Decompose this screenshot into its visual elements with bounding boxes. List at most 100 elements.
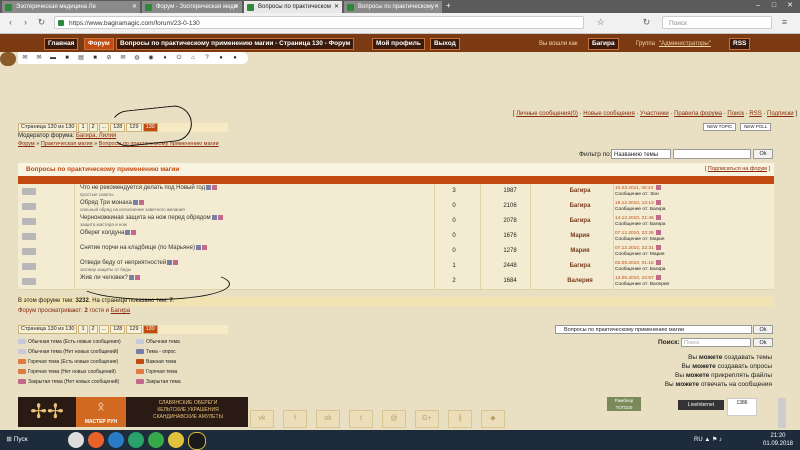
utorrent-icon[interactable] [128, 432, 144, 448]
link-rss[interactable]: RSS [749, 111, 761, 117]
back-icon[interactable]: ‹ [4, 16, 17, 29]
page-link[interactable]: 2 [88, 325, 98, 334]
mail-icon[interactable]: ✉ [116, 52, 130, 64]
list-icon[interactable]: ■ [60, 52, 74, 64]
ie-icon[interactable] [108, 432, 124, 448]
app-icon[interactable] [168, 432, 184, 448]
mail-icon[interactable]: ✉ [32, 52, 46, 64]
home-icon[interactable]: ⌂ [186, 52, 200, 64]
block-icon[interactable]: ⊘ [102, 52, 116, 64]
go-last-icon[interactable] [655, 185, 661, 190]
go-last-icon[interactable] [656, 200, 662, 205]
pages-icon[interactable] [132, 200, 138, 205]
twitter-icon[interactable]: t [349, 410, 373, 428]
minimize-icon[interactable]: – [750, 0, 766, 12]
chat-icon[interactable]: ▬ [46, 52, 60, 64]
go-last-icon[interactable] [138, 200, 144, 205]
new-poll-button[interactable]: NEW POLL [740, 123, 772, 131]
breadcrumb-item[interactable]: Практическая магия [41, 141, 93, 147]
nav-current-page[interactable]: Вопросы по практическому применению маги… [116, 38, 355, 50]
mail-icon[interactable]: ✉ [18, 52, 32, 64]
subscribe-link[interactable]: Подписаться на форум [708, 166, 767, 172]
facebook-icon[interactable]: f [283, 410, 307, 428]
topic-title[interactable]: Обряд Три монаха [80, 200, 132, 206]
go-last-icon[interactable] [656, 275, 662, 280]
start-button[interactable]: ⊞ Пуск [2, 432, 32, 448]
link-new-messages[interactable]: Новые сообщения [583, 111, 634, 117]
close-icon[interactable]: ✕ [132, 1, 137, 13]
help-icon[interactable]: ? [200, 52, 214, 64]
pages-icon[interactable] [195, 245, 201, 250]
lj-icon[interactable]: lj [448, 410, 472, 428]
pages-icon[interactable] [206, 185, 212, 190]
link-members[interactable]: Участники [640, 111, 669, 117]
topic-title[interactable]: Что не рекомендуется делать под Новый го… [80, 185, 205, 191]
maximize-icon[interactable]: □ [766, 0, 782, 12]
new-topic-button[interactable]: NEW TOPIC [703, 123, 737, 131]
last-post-date[interactable]: 10.03.2011, 08:24 [615, 186, 653, 191]
link-rules[interactable]: Правила форума [674, 111, 722, 117]
scrollbar[interactable] [778, 398, 786, 428]
go-last-icon[interactable] [656, 260, 662, 265]
drop-icon[interactable]: ♦ [158, 52, 172, 64]
close-window-icon[interactable]: ✕ [782, 0, 798, 12]
page-link[interactable]: 1 [78, 123, 88, 132]
rambler-counter[interactable]: Рамблер ТОП100 [607, 397, 641, 411]
forward-icon[interactable]: › [19, 16, 32, 29]
user-name[interactable]: Багира [588, 38, 619, 50]
close-icon[interactable]: ✕ [234, 1, 239, 13]
topic-title[interactable]: Отведи беду от неприятностей [80, 260, 166, 266]
link-private-messages[interactable]: Личные сообщения(0) [516, 111, 578, 117]
rss-button[interactable]: RSS [729, 38, 751, 50]
forum-search-input[interactable]: Поиск [681, 338, 751, 347]
browser-search-input[interactable]: Поиск [662, 16, 772, 29]
pages-icon[interactable] [211, 215, 217, 220]
last-post-date[interactable]: 14.12.2010, 21:46 [615, 216, 654, 221]
last-post-date[interactable]: 07.12.2010, 22:36 [615, 231, 654, 236]
go-last-icon[interactable] [173, 260, 179, 265]
go-last-icon[interactable] [217, 215, 223, 220]
pages-icon[interactable] [167, 260, 173, 265]
square-icon[interactable]: ■ [88, 52, 102, 64]
browser-tab[interactable]: Эзотерическая медицина Ле ✕ [2, 1, 140, 13]
reload-icon[interactable]: ↻ [35, 16, 48, 29]
page-link[interactable]: 1 [78, 325, 88, 334]
bookmark-star-icon[interactable]: ☆ [594, 16, 607, 29]
liveinternet-counter[interactable]: LiveInternet [678, 400, 724, 410]
new-tab-icon[interactable]: + [446, 1, 451, 10]
firefox-icon[interactable] [88, 432, 104, 448]
go-last-icon[interactable] [201, 245, 207, 250]
browser-tab-active[interactable]: Вопросы по практическом ✕ [244, 1, 342, 13]
url-input[interactable]: https://www.bagiramagic.com/forum/23-0-1… [54, 16, 584, 29]
jump-forum-select[interactable]: Вопросы по практическому применению маги… [555, 325, 752, 334]
language-indicator[interactable]: RU [694, 437, 703, 443]
filter-input[interactable] [673, 149, 751, 159]
browser-tab[interactable]: Вопросы по практическому ✕ [344, 1, 442, 13]
refresh-icon[interactable]: ↻ [640, 16, 653, 29]
nav-forum[interactable]: Форум [84, 38, 114, 50]
pages-icon[interactable] [125, 230, 131, 235]
go-last-icon[interactable] [656, 230, 662, 235]
page-link[interactable]: 129 [126, 325, 142, 334]
nav-logout[interactable]: Выход [430, 38, 460, 50]
more-icon[interactable]: ● [214, 52, 228, 64]
nav-home[interactable]: Главная [44, 38, 79, 50]
group-link[interactable]: "Администраторы" [659, 41, 711, 47]
book-icon[interactable]: ▤ [74, 52, 88, 64]
search-ok-button[interactable]: Ok [753, 338, 773, 347]
yandex-counter[interactable]: 1386 [727, 398, 757, 416]
menu-icon[interactable]: ≡ [778, 16, 791, 29]
mailru-icon[interactable]: @ [382, 410, 406, 428]
breadcrumb-item[interactable]: Форум [18, 141, 35, 147]
last-post-date[interactable]: 18.12.2010, 12:13 [615, 201, 654, 206]
topic-title[interactable]: Оберег колдуна [80, 230, 124, 236]
chrome-icon[interactable] [148, 432, 164, 448]
topic-title[interactable]: Черноножкиная защита на нож перед обрядо… [80, 215, 211, 221]
google-plus-icon[interactable]: G+ [415, 410, 439, 428]
last-post-date[interactable]: 07.12.2010, 22:31 [615, 246, 654, 251]
go-last-icon[interactable] [131, 230, 137, 235]
topic-title[interactable]: Снятие порчи на кладбище (по Марьяне) [80, 245, 195, 251]
share-icon[interactable]: ◆ [481, 410, 505, 428]
go-last-icon[interactable] [212, 185, 218, 190]
eye-icon[interactable]: ◉ [144, 52, 158, 64]
